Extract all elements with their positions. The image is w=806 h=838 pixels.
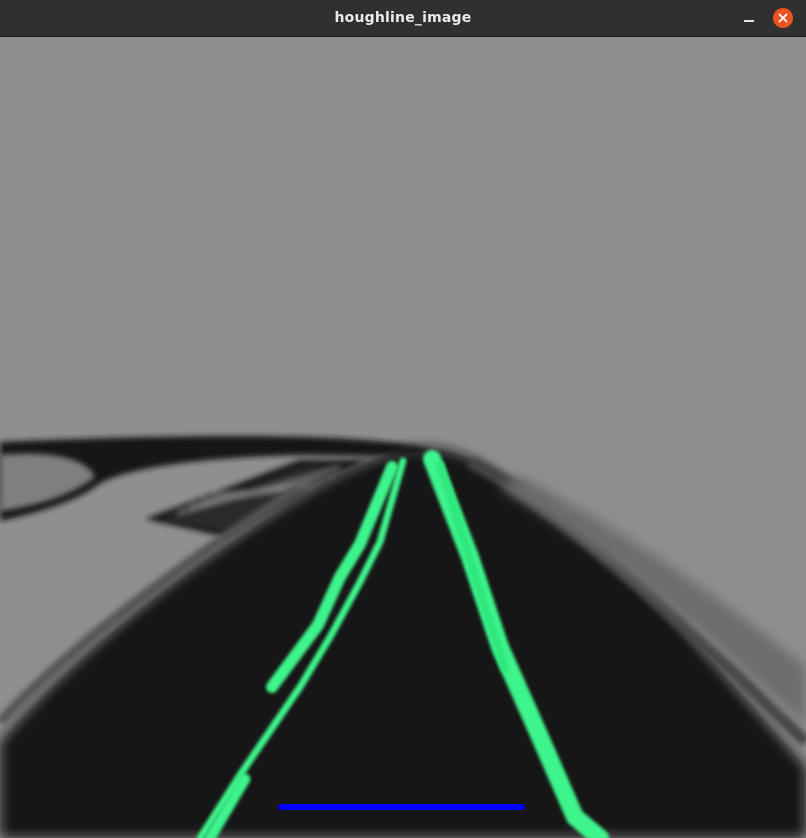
houghline-image [0, 37, 806, 838]
window-title: houghline_image [334, 10, 472, 26]
minimize-button[interactable] [739, 8, 759, 28]
minimize-icon [744, 20, 754, 22]
app-window: houghline_image [0, 0, 806, 838]
close-button[interactable] [773, 8, 793, 28]
title-bar[interactable]: houghline_image [0, 0, 806, 37]
houghline-image-canvas [0, 37, 806, 838]
close-icon [778, 13, 788, 23]
